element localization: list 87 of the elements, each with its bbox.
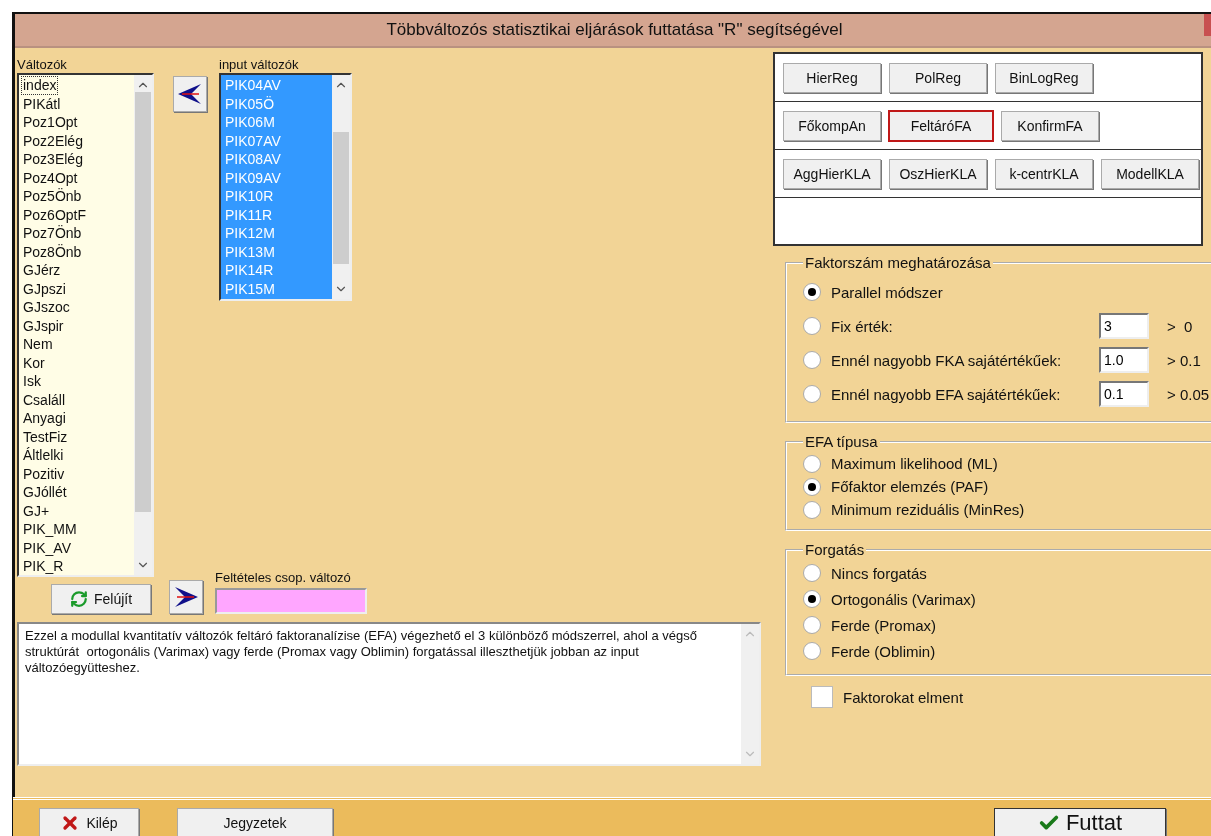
method-button[interactable]: AggHierKLA: [783, 158, 881, 189]
add-button[interactable]: [169, 580, 203, 614]
list-item[interactable]: Pozitiv: [21, 464, 67, 483]
notes-button[interactable]: Jegyzetek: [177, 808, 333, 836]
scrollbar[interactable]: [332, 75, 350, 299]
list-item[interactable]: PIKátl: [21, 94, 63, 113]
group-title: Faktorszám meghatározása: [804, 254, 992, 271]
variable-list[interactable]: index PIKátl Poz1Opt Poz2Elég Poz3Elég Poz4Opt Poz5Önb Poz6OptF Poz7Önb Poz8Önb GJérz GJpszi GJszoc GJspir Nem Kor Isk Csaláll Anyagi TestFiz Áltlelki Pozitiv GJóllét GJ+ PIK_MM PIK_AV PIK_R: [17, 73, 154, 577]
checkbox-label: Faktorokat elment: [843, 688, 964, 706]
group-title: EFA típusa: [804, 433, 879, 450]
list-item[interactable]: PIK_MM: [21, 520, 79, 539]
method-button[interactable]: HierReg: [783, 62, 881, 93]
list-item[interactable]: Poz8Önb: [21, 242, 84, 261]
exit-button[interactable]: Kilép: [39, 808, 139, 836]
option-label: Főfaktor elemzés (PAF): [831, 478, 989, 495]
radio-button[interactable]: [803, 351, 821, 369]
list-item[interactable]: Poz2Elég: [21, 131, 85, 150]
group-variable-field[interactable]: [215, 588, 367, 614]
list-item[interactable]: GJérz: [21, 261, 63, 280]
option-label: Minimum reziduális (MinRes): [831, 501, 1025, 518]
method-button[interactable]: ModellKLA: [1101, 158, 1199, 189]
limit-label: > 0.05: [1167, 385, 1210, 403]
list-item[interactable]: Poz1Opt: [21, 113, 80, 132]
radio-button[interactable]: [803, 642, 821, 660]
method-button[interactable]: FőkompAn: [783, 110, 881, 141]
list-item[interactable]: Anyagi: [21, 409, 68, 428]
option-label: Parallel módszer: [831, 283, 943, 301]
checkbox[interactable]: [811, 686, 833, 708]
list-item[interactable]: Poz5Önb: [21, 187, 84, 206]
method-button[interactable]: k-centrKLA: [995, 158, 1093, 189]
field-label: Feltételes csop. változó: [215, 569, 352, 586]
list-item[interactable]: Poz3Elég: [21, 150, 85, 169]
list-item[interactable]: PIK_AV: [21, 538, 73, 557]
list-item[interactable]: Nem: [21, 335, 55, 354]
left-arrow-icon: [177, 83, 203, 105]
list-item[interactable]: GJszoc: [21, 298, 72, 317]
list-item[interactable]: GJspir: [21, 316, 66, 335]
method-button[interactable]: KonfirmFA: [1001, 110, 1099, 141]
radio-button[interactable]: [803, 317, 821, 335]
number-field[interactable]: 1.0: [1099, 347, 1149, 373]
option-label: Ennél nagyobb EFA sajátértékűek:: [831, 385, 1062, 403]
method-button[interactable]: OszHierKLA: [889, 158, 987, 189]
method-button[interactable]: BinLogReg: [995, 62, 1093, 93]
description-text: Ezzel a modullal kvantitatív változók feltáró faktoranalízise (EFA) végezhető el 3 különböző módszerrel, ahol a végső struktúrát ortogonális (Varimax) vagy ferde (Promax vagy Oblimin) forgatással illeszthetjük jobban az input változóegyütteshez.: [24, 627, 698, 677]
number-field[interactable]: 3: [1099, 313, 1149, 339]
list-item[interactable]: Poz7Önb: [21, 224, 84, 243]
list-item[interactable]: Áltlelki: [21, 446, 66, 465]
refresh-button[interactable]: Felújít: [51, 584, 151, 614]
list-item[interactable]: Csaláll: [21, 390, 67, 409]
list-item[interactable]: index: [21, 76, 59, 95]
option-label: Ferde (Promax): [831, 616, 937, 634]
limit-label: > 0: [1167, 317, 1193, 335]
list-item[interactable]: GJpszi: [21, 279, 68, 298]
radio-button[interactable]: [803, 564, 821, 582]
list-label: input változók: [219, 56, 300, 73]
radio-button[interactable]: [803, 616, 821, 634]
option-label: Ennél nagyobb FKA sajátértékűek:: [831, 351, 1063, 369]
method-button[interactable]: FeltáróFA: [889, 110, 993, 141]
list-item[interactable]: PIK_R: [21, 557, 66, 575]
radio-button[interactable]: [803, 283, 821, 301]
group-title: Forgatás: [804, 541, 866, 558]
radio-button[interactable]: [803, 454, 821, 473]
list-item[interactable]: Kor: [21, 353, 47, 372]
number-field[interactable]: 0.1: [1099, 381, 1149, 407]
radio-button[interactable]: [803, 500, 821, 519]
list-item[interactable]: GJ+: [21, 501, 52, 520]
list-item[interactable]: TestFiz: [21, 427, 70, 446]
list-item[interactable]: Poz4Opt: [21, 168, 80, 187]
window-title: Többváltozós statisztikai eljárások futtatása "R" segítségével: [386, 20, 843, 40]
option-label: Ortogonális (Varimax): [831, 590, 976, 608]
list-item[interactable]: Poz6OptF: [21, 205, 89, 224]
remove-button[interactable]: [173, 76, 207, 112]
option-label: Fix érték:: [831, 317, 894, 335]
scrollbar[interactable]: [134, 75, 152, 575]
refresh-icon: [69, 590, 88, 608]
radio-button[interactable]: [803, 590, 821, 608]
radio-button[interactable]: [803, 477, 821, 496]
run-button[interactable]: Futtat: [994, 808, 1166, 836]
option-label: Maximum likelihood (ML): [831, 455, 998, 472]
option-label: Ferde (Oblimin): [831, 642, 936, 660]
list-item[interactable]: GJóllét: [21, 483, 69, 502]
list-label: Változók: [17, 56, 68, 73]
limit-label: > 0.1: [1167, 351, 1201, 369]
option-label: Nincs forgatás: [831, 564, 927, 582]
method-button[interactable]: PolReg: [889, 62, 987, 93]
radio-button[interactable]: [803, 385, 821, 403]
list-item[interactable]: Isk: [21, 372, 43, 391]
